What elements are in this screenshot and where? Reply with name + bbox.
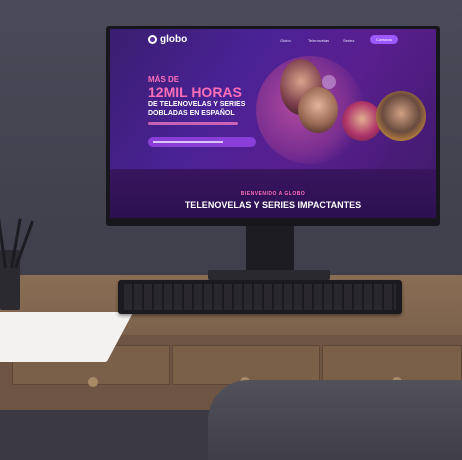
globo-logo-icon [148,35,157,44]
monitor-stand-base [208,270,330,280]
welcome-text: BIENVENIDO A GLOBO [240,191,306,197]
drawer-knob [88,377,98,387]
office-chair [208,380,462,460]
nav-item-series: Series [343,38,355,43]
keyboard [118,280,402,314]
hero-line-3: DE TELENOVELAS Y SERIES [148,101,246,108]
actor-photo [298,87,338,133]
group-photo [376,91,426,141]
monitor-screen: globo Globo Telenovelas Series Contacto … [110,29,436,218]
workspace-scene: globo Globo Telenovelas Series Contacto … [0,0,462,460]
nav-item-globo: Globo [280,38,291,43]
headline: TELENOVELAS Y SERIES IMPACTANTES [184,200,362,210]
hero-line-1: MÁS DE [148,75,180,84]
decor-bubble [322,75,336,89]
logo-text: globo [160,34,188,45]
nav-contact-button: Contacto [370,35,398,44]
hero-subtext [148,122,238,125]
globo-logo: globo [148,34,187,45]
nav-item-telenovelas: Telenovelas [308,38,330,43]
hero-cta-button [148,137,256,147]
hero-line-2: 12MIL HORAS [148,84,242,100]
hero-line-4: DOBLADAS EN ESPAÑOL [148,110,235,117]
